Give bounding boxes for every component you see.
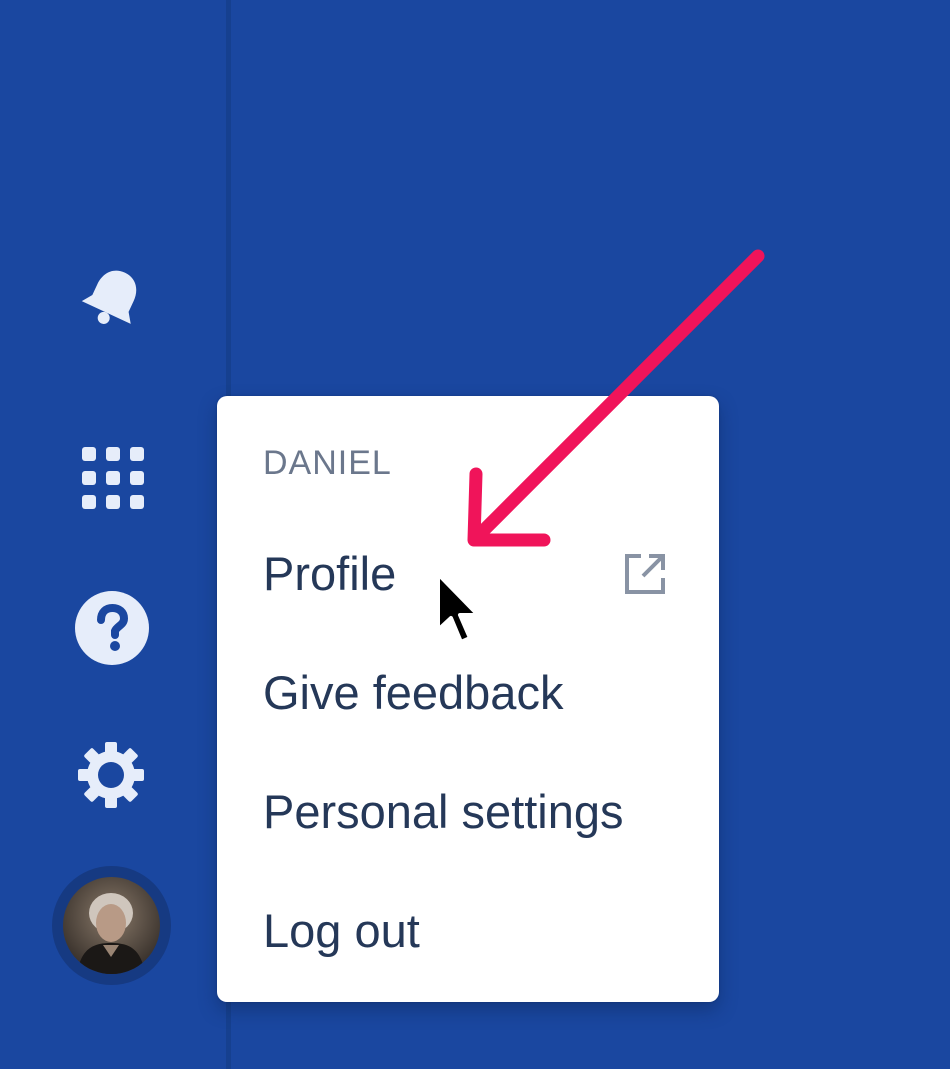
settings-icon[interactable] [76, 740, 146, 810]
menu-item-label: Give feedback [263, 666, 564, 719]
user-avatar [63, 877, 160, 974]
menu-item-personal-settings[interactable]: Personal settings [217, 760, 719, 860]
avatar-button[interactable] [52, 866, 171, 985]
external-link-icon [625, 554, 665, 594]
account-menu: DANIEL Profile Give feedback Personal se… [217, 396, 719, 1002]
mouse-cursor-icon [436, 572, 480, 644]
menu-item-log-out[interactable]: Log out [217, 879, 719, 979]
menu-item-label: Personal settings [263, 785, 624, 838]
menu-item-label: Profile [263, 547, 397, 600]
help-icon[interactable] [74, 590, 150, 666]
menu-item-give-feedback[interactable]: Give feedback [217, 641, 719, 741]
global-sidebar [0, 0, 226, 1069]
app-switcher-icon[interactable] [80, 445, 146, 511]
menu-heading-username: DANIEL [263, 444, 392, 482]
bell-icon[interactable] [78, 262, 148, 334]
menu-item-label: Log out [263, 904, 420, 957]
